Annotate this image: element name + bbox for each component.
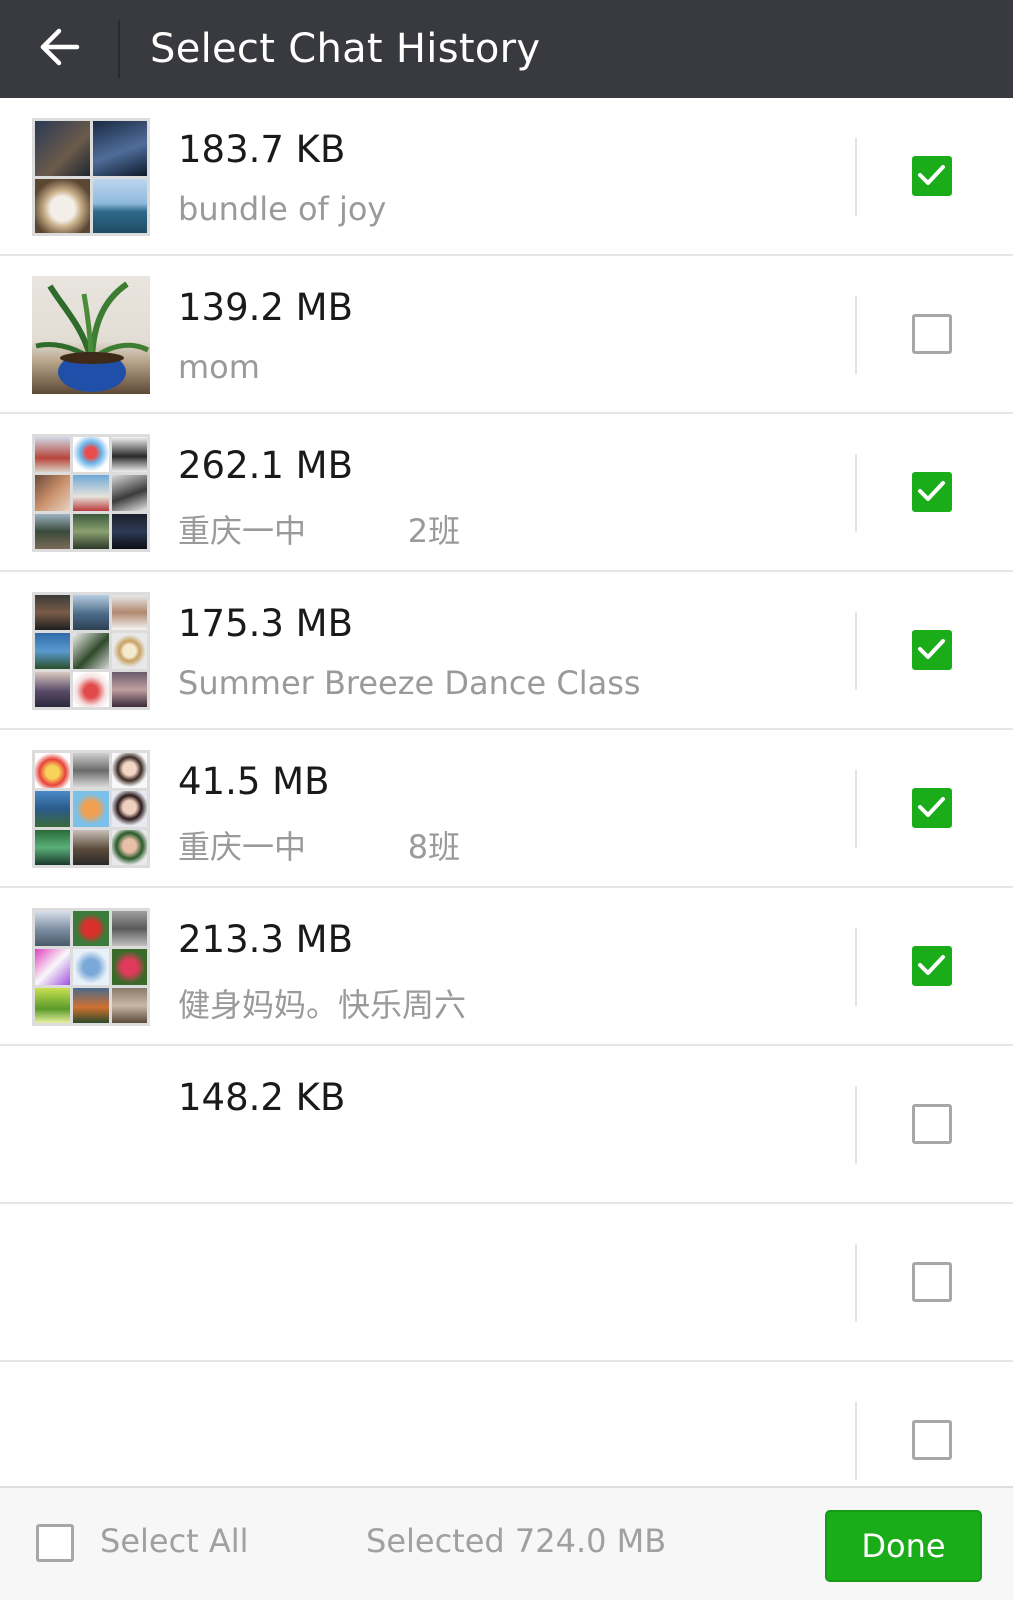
chat-row[interactable]: 139.2 MB mom	[0, 256, 1013, 414]
chat-row[interactable]: 262.1 MB 重庆一中 2班	[0, 414, 1013, 572]
chat-row[interactable]	[0, 1204, 1013, 1362]
chat-avatar	[32, 1224, 150, 1342]
done-button[interactable]: Done	[825, 1510, 982, 1582]
chat-avatar	[32, 1066, 150, 1184]
row-divider	[855, 1402, 857, 1480]
chat-row[interactable]: 183.7 KB bundle of joy	[0, 98, 1013, 256]
chat-row[interactable]: 175.3 MB Summer Breeze Dance Class	[0, 572, 1013, 730]
checkmark-icon	[918, 797, 945, 817]
chat-size: 213.3 MB	[178, 918, 353, 961]
selected-size-text: Selected 724.0 MB	[366, 1522, 667, 1560]
header-divider	[118, 20, 120, 78]
row-divider	[855, 928, 857, 1006]
checkmark-icon	[918, 639, 945, 659]
chat-checkbox[interactable]	[912, 1104, 952, 1144]
chat-avatar	[32, 1382, 150, 1500]
page-title: Select Chat History	[150, 26, 541, 72]
chat-list: 183.7 KB bundle of joy 139.2 MB mom 262.…	[0, 98, 1013, 1520]
chat-avatar	[32, 276, 150, 394]
row-divider	[855, 296, 857, 374]
row-divider	[855, 612, 857, 690]
chat-checkbox[interactable]	[912, 472, 952, 512]
chat-size: 148.2 KB	[178, 1076, 346, 1119]
chat-size: 262.1 MB	[178, 444, 353, 487]
chat-checkbox[interactable]	[912, 946, 952, 986]
group-avatar	[32, 908, 150, 1026]
group-avatar	[32, 750, 150, 868]
chat-name: 健身妈妈。快乐周六	[178, 986, 467, 1024]
chat-name: 重庆一中 8班	[178, 828, 461, 866]
row-divider	[855, 1244, 857, 1322]
chat-checkbox[interactable]	[912, 314, 952, 354]
group-avatar	[32, 434, 150, 552]
arrow-left-icon	[37, 27, 81, 71]
checkmark-icon	[918, 481, 945, 501]
checkmark-icon	[918, 955, 945, 975]
top-bar: Select Chat History	[0, 0, 1013, 98]
chat-size: 175.3 MB	[178, 602, 353, 645]
chat-row[interactable]: 148.2 KB	[0, 1046, 1013, 1204]
back-button[interactable]	[0, 0, 118, 98]
chat-row[interactable]: 41.5 MB 重庆一中 8班	[0, 730, 1013, 888]
chat-name: Summer Breeze Dance Class	[178, 664, 641, 702]
plant-photo	[35, 281, 150, 392]
chat-checkbox[interactable]	[912, 1420, 952, 1460]
chat-checkbox[interactable]	[912, 156, 952, 196]
chat-size: 183.7 KB	[178, 128, 346, 171]
bottom-bar: Select All Selected 724.0 MB Done	[0, 1486, 1013, 1600]
row-divider	[855, 454, 857, 532]
select-chat-history-screen: Select Chat History 183.7 KB bundle of j…	[0, 0, 1013, 1600]
chat-size: 139.2 MB	[178, 286, 353, 329]
group-avatar	[32, 592, 150, 710]
chat-checkbox[interactable]	[912, 1262, 952, 1302]
row-divider	[855, 770, 857, 848]
chat-name: mom	[178, 348, 260, 386]
chat-checkbox[interactable]	[912, 788, 952, 828]
chat-row[interactable]: 213.3 MB 健身妈妈。快乐周六	[0, 888, 1013, 1046]
checkmark-icon	[918, 165, 945, 185]
chat-name: bundle of joy	[178, 190, 387, 228]
row-divider	[855, 1086, 857, 1164]
select-all-label[interactable]: Select All	[100, 1522, 249, 1560]
row-divider	[855, 138, 857, 216]
chat-checkbox[interactable]	[912, 630, 952, 670]
chat-name: 重庆一中 2班	[178, 512, 461, 550]
group-avatar	[32, 118, 150, 236]
chat-size: 41.5 MB	[178, 760, 330, 803]
select-all-checkbox[interactable]	[36, 1524, 74, 1562]
